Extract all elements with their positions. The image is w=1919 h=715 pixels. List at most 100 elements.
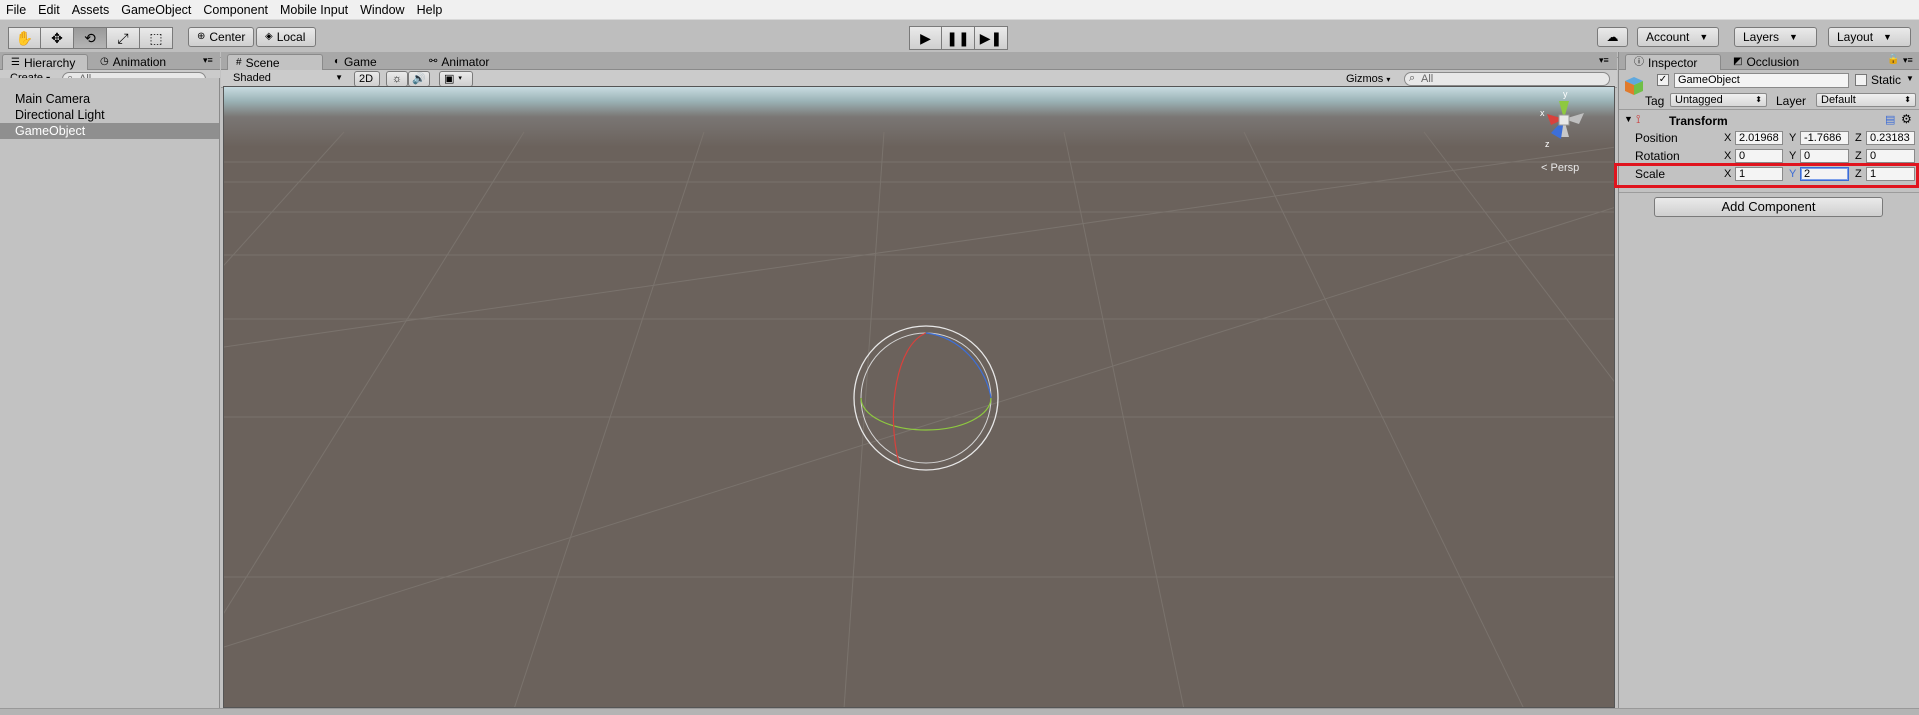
gizmos-dropdown[interactable]: Gizmos ▾ (1346, 73, 1390, 85)
rotation-gizmo[interactable] (851, 323, 1001, 473)
chevron-updown-icon: ⬍ (1755, 95, 1762, 104)
projection-label: Persp (1550, 162, 1580, 174)
foldout-arrow-icon[interactable]: ▼ (1624, 114, 1633, 124)
menu-file[interactable]: File (0, 0, 32, 20)
tab-inspector[interactable]: ⓘ Inspector (1625, 54, 1721, 70)
scene-effects-dropdown[interactable]: ▣ ▾ (439, 71, 473, 87)
tab-animator-label: Animator (441, 55, 490, 69)
scale-label: Scale (1635, 167, 1666, 181)
menu-mobile-input[interactable]: Mobile Input (274, 0, 354, 20)
lock-icon[interactable]: 🔒 (1887, 54, 1899, 65)
layout-label: Layout (1837, 30, 1874, 44)
clock-icon: ◷ (100, 56, 109, 67)
scale-y-field[interactable]: 2 (1800, 167, 1849, 181)
position-x-field[interactable]: 2.01968 (1735, 131, 1783, 145)
layout-dropdown[interactable]: Layout ▼ (1828, 27, 1911, 47)
divider (1619, 192, 1919, 193)
inspector-tabstrip: ⓘ Inspector ◩ Occlusion 🔒 ▾≡ (1619, 52, 1919, 70)
list-icon: ☰ (11, 56, 20, 68)
tab-game[interactable]: ◐ Game (326, 54, 406, 70)
pause-button[interactable]: ❚❚ (942, 26, 975, 50)
help-book-icon[interactable]: ▤ (1885, 113, 1895, 126)
menu-window[interactable]: Window (354, 0, 410, 20)
status-bar (0, 708, 1919, 715)
tab-occlusion[interactable]: ◩ Occlusion (1725, 54, 1821, 70)
rect-tool-button[interactable]: ⬚ (140, 27, 173, 49)
pivot-local-label: Local (276, 30, 306, 44)
scale-tool-button[interactable]: ⤢ (107, 27, 140, 49)
gear-icon[interactable]: ⚙ (1901, 112, 1912, 126)
tab-hierarchy-label: Hierarchy (23, 55, 76, 70)
menu-bar: File Edit Assets GameObject Component Mo… (0, 0, 1919, 20)
scale-x-field[interactable]: 1 (1735, 167, 1783, 181)
orientation-gizmo[interactable]: y x z (1529, 89, 1599, 159)
transform-tools: ✋ ✥ ⟲ ⤢ ⬚ (8, 27, 173, 49)
chevron-down-icon: ▾ (1386, 75, 1391, 84)
scale-icon: ⤢ (117, 29, 129, 46)
menu-gameobject[interactable]: GameObject (115, 0, 197, 20)
move-tool-button[interactable]: ✥ (41, 27, 74, 49)
gizmo-axis-z-label: z (1545, 139, 1550, 149)
rotation-x-field[interactable]: 0 (1735, 149, 1783, 163)
tab-scene[interactable]: # Scene (227, 54, 323, 70)
rotation-z-axis-label: Z (1855, 150, 1862, 162)
toggle-2d-button[interactable]: 2D (354, 71, 380, 87)
layers-dropdown[interactable]: Layers ▼ (1734, 27, 1817, 47)
hand-tool-button[interactable]: ✋ (8, 27, 41, 49)
hierarchy-item-directional-light[interactable]: Directional Light (0, 107, 219, 123)
static-label: Static (1871, 73, 1902, 87)
position-x-axis-label: X (1724, 132, 1732, 144)
rotate-tool-button[interactable]: ⟲ (74, 27, 107, 49)
rotate-icon: ⟲ (84, 29, 96, 46)
hierarchy-item-gameobject[interactable]: GameObject (0, 123, 219, 139)
cloud-icon: ☁ (1606, 30, 1619, 44)
add-component-label: Add Component (1721, 199, 1816, 214)
scene-viewport[interactable]: y x z < Persp (223, 86, 1615, 708)
account-dropdown[interactable]: Account ▼ (1637, 27, 1719, 47)
shading-mode-dropdown[interactable]: Shaded ▼ (229, 72, 347, 86)
nodes-icon: ⚯ (429, 56, 438, 67)
menu-assets[interactable]: Assets (66, 0, 116, 20)
tab-occlusion-label: Occlusion (1746, 55, 1800, 69)
pivot-center-button[interactable]: ⊕ Center (188, 27, 254, 47)
scene-audio-button[interactable]: 🔊 (408, 71, 430, 87)
add-component-button[interactable]: Add Component (1654, 197, 1883, 217)
tag-dropdown[interactable]: Untagged ⬍ (1670, 93, 1767, 107)
tab-animation[interactable]: ◷ Animation (92, 54, 182, 70)
scale-z-field[interactable]: 1 (1866, 167, 1915, 181)
hierarchy-item-main-camera[interactable]: Main Camera (0, 91, 219, 107)
panel-menu-icon[interactable]: ▾≡ (203, 55, 213, 66)
panel-menu-icon[interactable]: ▾≡ (1903, 55, 1913, 66)
rotation-y-field[interactable]: 0 (1800, 149, 1849, 163)
layer-dropdown[interactable]: Default ⬍ (1816, 93, 1916, 107)
chevron-down-icon[interactable]: ▼ (1906, 74, 1914, 83)
rotation-z-field[interactable]: 0 (1866, 149, 1915, 163)
transform-title: Transform (1669, 114, 1728, 128)
position-label: Position (1635, 131, 1678, 145)
menu-edit[interactable]: Edit (32, 0, 66, 20)
static-checkbox[interactable] (1855, 74, 1867, 86)
object-name-field[interactable]: GameObject (1674, 73, 1849, 88)
scene-search-input[interactable]: All (1404, 72, 1610, 86)
move-icon: ✥ (51, 29, 63, 46)
pause-icon: ❚❚ (946, 29, 970, 46)
step-button[interactable]: ▶❚ (975, 26, 1008, 50)
play-button[interactable]: ▶ (909, 26, 942, 50)
panel-menu-icon[interactable]: ▾≡ (1599, 55, 1609, 66)
chevron-left-icon: < (1541, 162, 1548, 174)
active-checkbox[interactable]: ✓ (1657, 74, 1669, 86)
tab-game-label: Game (344, 55, 377, 69)
position-z-field[interactable]: 0.23183 (1866, 131, 1915, 145)
projection-toggle[interactable]: < Persp (1541, 162, 1579, 174)
position-y-field[interactable]: -1.7686 (1800, 131, 1849, 145)
cloud-button[interactable]: ☁ (1597, 27, 1628, 47)
menu-component[interactable]: Component (197, 0, 274, 20)
tag-value: Untagged (1675, 94, 1723, 106)
scene-lighting-button[interactable]: ☼ (386, 71, 408, 87)
pivot-local-button[interactable]: ◈ Local (256, 27, 316, 47)
menu-help[interactable]: Help (411, 0, 449, 20)
pivot-center-label: Center (209, 30, 246, 44)
tab-animator[interactable]: ⚯ Animator (421, 54, 517, 70)
tab-inspector-label: Inspector (1648, 55, 1698, 70)
tab-hierarchy[interactable]: ☰ Hierarchy (2, 54, 88, 70)
